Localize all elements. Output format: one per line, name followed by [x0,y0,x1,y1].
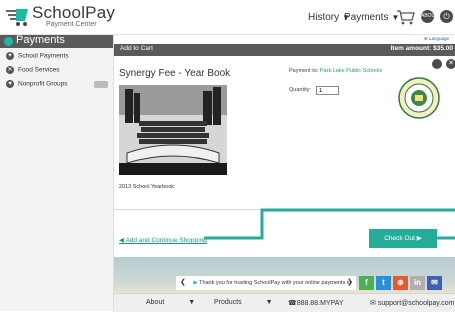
add-and-continue-link[interactable]: ◀ Add and Continue Shopping [119,236,207,244]
nav-payments-label: Payments [344,12,389,23]
ticker-next-icon[interactable]: ❯ [347,276,353,290]
checkout-label: Check Out [384,235,415,242]
footer-phone[interactable]: ☎888.88.MYPAY [288,299,344,307]
add-to-cart-title: Add to Cart [120,45,153,52]
sidebar-item-label: Nonprofit Groups [18,80,68,88]
sidebar-item-nonprofit-groups[interactable]: ♥ Nonprofit Groups [6,80,110,94]
footer-products-label: Products [214,299,242,306]
footer-email-label: support@schoolpay.com [377,300,455,307]
footer-about[interactable]: About ▼ [146,299,195,306]
phone-icon: ☎ [288,300,297,307]
power-icon[interactable]: ⏻ [440,10,453,23]
sidebar: Payments ✦ School Payments ✕ Food Services… [0,34,114,311]
graduation-icon: ✦ [6,52,14,60]
item-title: Synergy Fee - Year Book [119,68,231,79]
language-label: Language [429,36,450,41]
checkout-button[interactable]: Check Out ▶ [369,229,437,248]
quantity-label: Quantity: [289,87,312,93]
edit-icon[interactable] [432,59,442,69]
chevron-down-icon: ▼ [265,299,273,306]
footer-about-label: About [146,299,165,306]
ticker-arrow-icon: ▶ [193,280,198,286]
cart-icon[interactable] [397,9,415,25]
chevron-down-icon: ▼ [188,299,196,306]
sidebar-title: Payments [16,34,65,46]
logo-subtitle: Payment Center [46,21,97,28]
email-icon[interactable]: ✉ [427,276,442,290]
item-caption: 2013 School Yearbook [119,184,175,190]
sidebar-header: Payments [0,34,113,48]
cart-logo-icon [6,9,28,26]
nonprofit-badge [94,81,108,88]
support-icon: ✉ [370,300,376,307]
yearbook-photo [119,85,227,175]
payment-to-school[interactable]: Park Lake Public Schools [320,68,382,74]
sidebar-item-label: Food Services [18,66,60,74]
school-seal-logo [398,77,440,119]
footer-phone-label: 888.88.MYPAY [296,300,344,307]
facebook-icon[interactable]: f [359,276,374,290]
linkedin-icon[interactable]: in [410,276,425,290]
footer-email[interactable]: ✉ support@schoolpay.com [370,299,454,307]
ticker-prev-icon[interactable]: ❮ [180,279,186,286]
sidebar-item-label: School Payments [18,52,69,60]
footer-products[interactable]: Products ▼ [214,299,273,306]
add-continue-label: Add and Continue Shopping [125,237,207,244]
food-icon: ✕ [6,66,14,74]
footer-nav: About ▼ Products ▼ ☎888.88.MYPAY ✉ support… [114,293,455,312]
quantity-input[interactable] [316,86,339,95]
payment-to: Payment to: Park Lake Public Schools [289,68,382,74]
sidebar-item-food-services[interactable]: ✕ Food Services [6,66,110,80]
user-avatar[interactable]: ABOUT [421,10,438,23]
language-link[interactable]: ⊕ Language [424,36,449,42]
heart-icon: ♥ [6,80,14,88]
add-to-cart-bar: Add to Cart Item amount: $35.00 [114,44,455,56]
pinterest-icon[interactable]: ⊛ [393,276,408,290]
item-amount: Item amount: $35.00 [390,45,454,52]
payment-to-label: Payment to: [289,68,319,74]
twitter-icon[interactable]: t [376,276,391,290]
sidebar-item-school-payments[interactable]: ✦ School Payments [6,52,110,66]
ticker-text: Thank you for trusting SchoolPay with yo… [199,280,352,286]
nav-payments[interactable]: Payments ▼ [344,12,399,23]
payments-icon [4,37,13,46]
header-bar: SchoolPay Payment Center History ▼ Paymen… [0,0,455,35]
logo-title[interactable]: SchoolPay [32,3,115,23]
play-arrow-icon: ▶ [416,235,422,242]
close-icon[interactable]: ✕ [446,59,455,69]
ticker-message: ❮ ▶ Thank you for trusting SchoolPay wit… [176,276,356,290]
nav-history-label: History [308,12,340,23]
